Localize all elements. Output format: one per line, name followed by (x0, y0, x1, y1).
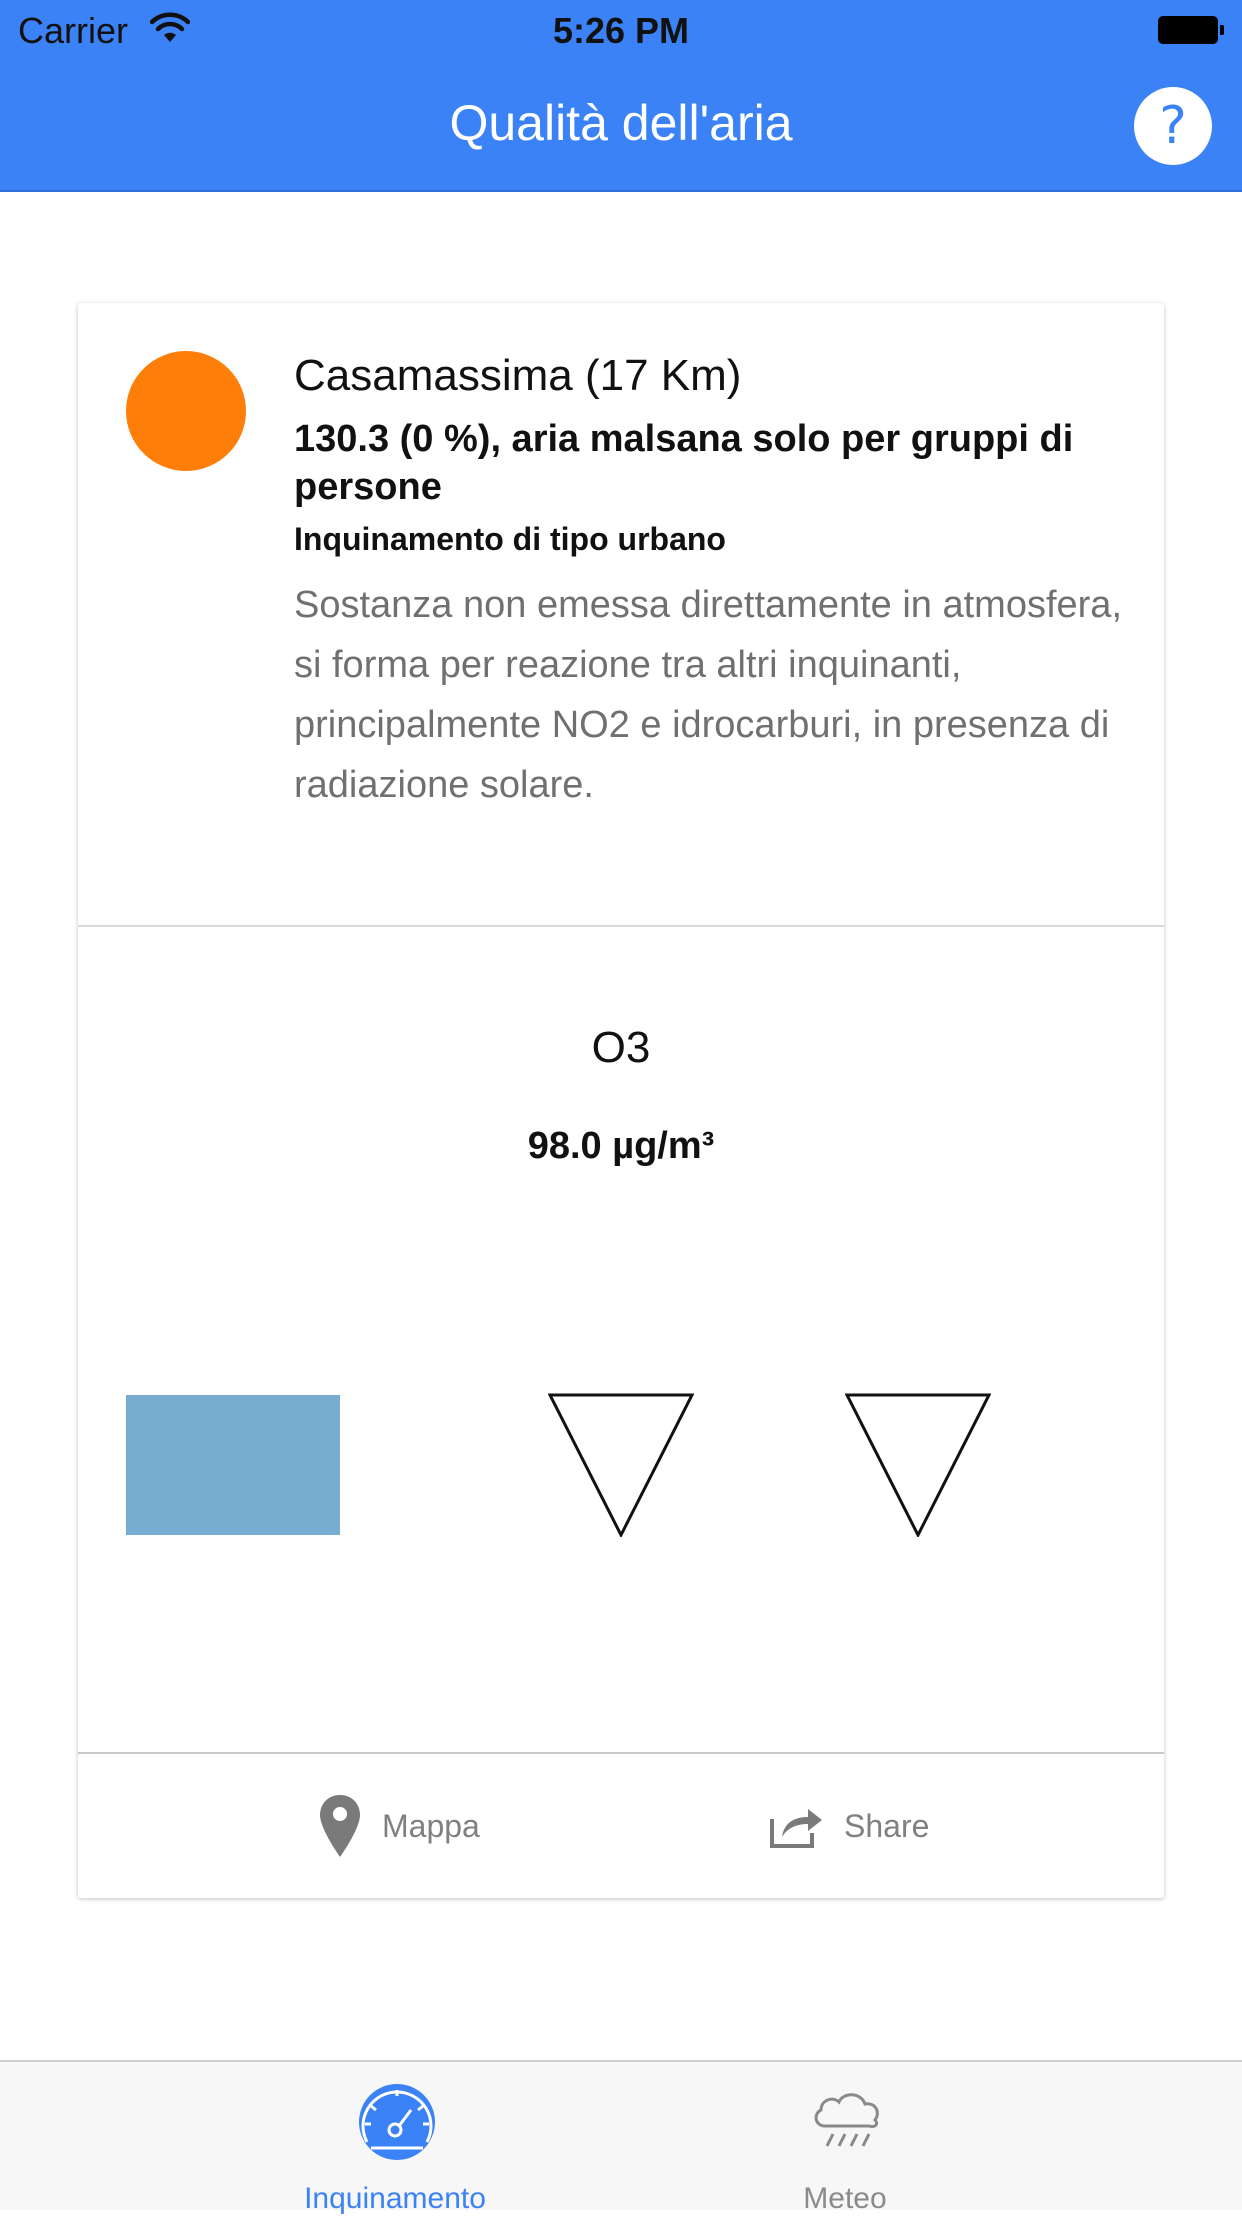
navigation-bar: Carrier 5:26 PM Qualità dell'aria ? (0, 0, 1242, 192)
pollutant-name: O3 (591, 1023, 651, 1072)
speedometer-icon (359, 2084, 435, 2160)
pollutant-description: Sostanza non emessa direttamente in atmo… (294, 584, 1123, 806)
share-icon (770, 1809, 822, 1848)
map-label: Mappa (382, 1807, 480, 1844)
tab-meteo[interactable]: Meteo (695, 2062, 995, 2215)
share-label: Share (844, 1807, 930, 1844)
help-button[interactable]: ? (1134, 87, 1212, 165)
station-card: Casamassima (17 Km) 130.3 (0 %), aria ma… (78, 303, 1164, 1898)
share-button[interactable]: Share (768, 1791, 929, 1861)
battery-icon (1158, 16, 1224, 44)
pollution-type: Inquinamento di tipo urbano (294, 521, 726, 557)
rain-cloud-icon (814, 2093, 879, 2147)
aqi-status-dot (126, 351, 246, 471)
tab-bar: Inquinamento Meteo (0, 2060, 1242, 2215)
page-title: Qualità dell'aria (449, 95, 793, 151)
tab-label-inquinamento: Inquinamento (304, 2182, 486, 2215)
help-icon: ? (1159, 96, 1187, 156)
level-bar (126, 1395, 340, 1535)
map-pin-icon (320, 1795, 360, 1857)
status-time: 5:26 PM (552, 10, 690, 51)
trend-down-triangle-icon (548, 1393, 694, 1537)
tab-label-meteo: Meteo (803, 2182, 887, 2215)
map-button[interactable]: Mappa (318, 1791, 480, 1861)
trend-down-triangle-icon (845, 1393, 991, 1537)
tab-inquinamento[interactable]: Inquinamento (245, 2062, 545, 2215)
card-divider (78, 925, 1164, 927)
pollutant-concentration: 98.0 µg/m³ (527, 1125, 715, 1167)
aqi-summary: 130.3 (0 %), aria malsana solo per grupp… (294, 418, 1074, 508)
station-name: Casamassima (17 Km) (294, 351, 742, 400)
card-divider (78, 1752, 1164, 1754)
